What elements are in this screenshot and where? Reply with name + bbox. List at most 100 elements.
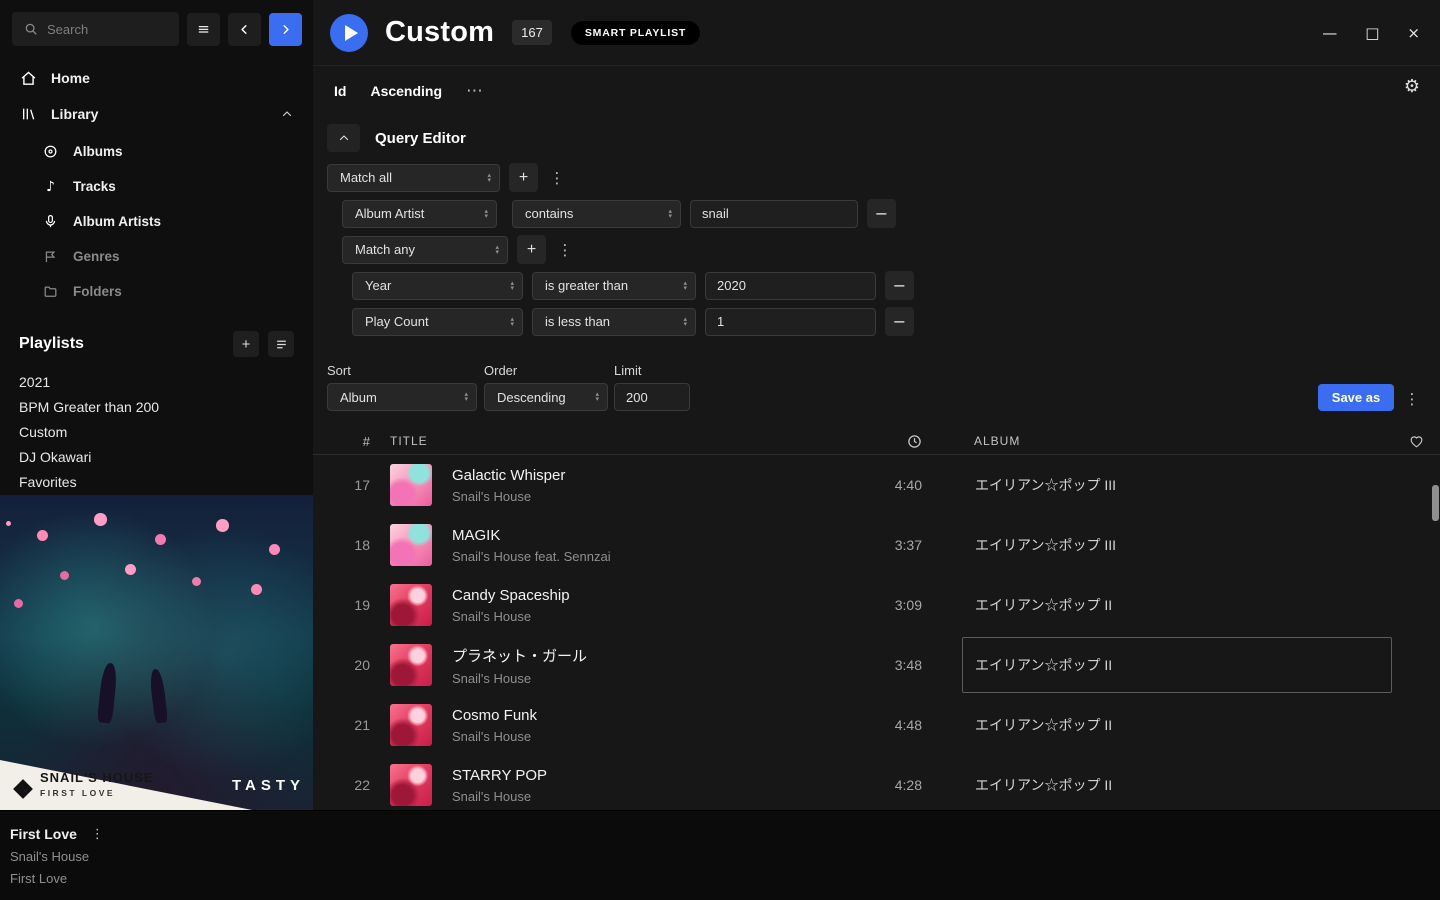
- rule-field-select[interactable]: Play Count ▴▾: [352, 308, 523, 336]
- sidebar-item-home[interactable]: Home: [0, 60, 313, 96]
- minimize-button[interactable]: —: [1322, 24, 1337, 42]
- search-input[interactable]: [47, 22, 169, 37]
- sidebar-item-folders[interactable]: Folders: [0, 274, 313, 309]
- playlist-options-button[interactable]: ⋮: [1402, 384, 1422, 413]
- track-title: MAGIK: [452, 527, 842, 544]
- sort-direction-button[interactable]: Ascending: [370, 83, 442, 99]
- match-type-select[interactable]: Match all ▴▾: [327, 164, 500, 192]
- add-rule-button[interactable]: +: [517, 235, 546, 264]
- remove-rule-button[interactable]: −: [885, 271, 914, 300]
- nav-forward-button[interactable]: [269, 13, 302, 46]
- track-duration: 4:40: [842, 477, 922, 493]
- close-button[interactable]: ×: [1407, 24, 1420, 42]
- column-favorite[interactable]: [1392, 434, 1440, 449]
- rule-value-input[interactable]: [705, 272, 876, 300]
- group-match-type-select[interactable]: Match any ▴▾: [342, 236, 508, 264]
- sidebar-item-library[interactable]: Library: [0, 96, 313, 132]
- column-number[interactable]: #: [313, 434, 370, 449]
- hamburger-icon: ≡: [197, 20, 210, 38]
- sidebar-item-label: Folders: [73, 284, 122, 299]
- limit-input[interactable]: [614, 383, 690, 411]
- search-box[interactable]: [12, 12, 179, 46]
- track-artist: Snail's House: [452, 671, 842, 686]
- column-title[interactable]: TITLE: [390, 434, 842, 448]
- order-select[interactable]: Descending ▴▾: [484, 383, 608, 411]
- more-options-icon[interactable]: ⋯: [466, 81, 483, 101]
- scrollbar-thumb[interactable]: [1432, 485, 1439, 521]
- track-album-column: エイリアン☆ポップ II: [962, 637, 1392, 693]
- track-artist: Snail's House feat. Sennzai: [452, 549, 842, 564]
- sidebar-item-genres[interactable]: Genres: [0, 239, 313, 274]
- playlist-item[interactable]: BPM Greater than 200: [0, 394, 313, 419]
- rule-group-menu-button[interactable]: ⋮: [555, 235, 575, 264]
- cover-artist: SNAIL'S HOUSE: [40, 770, 154, 785]
- save-as-button[interactable]: Save as: [1318, 384, 1394, 411]
- remove-rule-button[interactable]: −: [885, 307, 914, 336]
- track-album[interactable]: エイリアン☆ポップ II: [962, 697, 1392, 753]
- gear-icon[interactable]: ⚙: [1404, 76, 1420, 97]
- remove-rule-button[interactable]: −: [867, 199, 896, 228]
- rule-operator-select[interactable]: is less than ▴▾: [532, 308, 696, 336]
- playlist-item[interactable]: DJ Okawari: [0, 444, 313, 469]
- sort-select[interactable]: Album ▴▾: [327, 383, 477, 411]
- chevron-right-icon: [279, 23, 292, 36]
- maximize-button[interactable]: □: [1365, 24, 1379, 42]
- rule-field-select[interactable]: Year ▴▾: [352, 272, 523, 300]
- page-title: Custom: [385, 16, 494, 49]
- manage-playlists-button[interactable]: [268, 331, 294, 357]
- now-playing-artwork[interactable]: SNAIL'S HOUSE FIRST LOVE TASTY: [0, 495, 313, 810]
- rule-operator-select[interactable]: is greater than ▴▾: [532, 272, 696, 300]
- select-value: Album: [340, 390, 377, 405]
- track-row[interactable]: 20 プラネット・ガール Snail's House 3:48 エイリアン☆ポッ…: [313, 635, 1440, 695]
- track-number: 17: [313, 477, 370, 493]
- play-playlist-button[interactable]: [330, 14, 368, 52]
- track-album[interactable]: エイリアン☆ポップ II: [962, 577, 1392, 633]
- rule-value-input[interactable]: [690, 200, 858, 228]
- playlist-list: 2021 BPM Greater than 200 Custom DJ Okaw…: [0, 369, 313, 494]
- heart-icon: [1409, 434, 1424, 449]
- window-controls: — □ ×: [1322, 24, 1440, 42]
- track-album[interactable]: エイリアン☆ポップ III: [962, 457, 1392, 513]
- lantern-lights: [6, 521, 11, 526]
- add-rule-button[interactable]: +: [509, 163, 538, 192]
- track-album[interactable]: エイリアン☆ポップ II: [962, 637, 1392, 693]
- rule-value-input[interactable]: [705, 308, 876, 336]
- order-label: Order: [484, 363, 517, 378]
- rule-field-select[interactable]: Album Artist ▴▾: [342, 200, 497, 228]
- track-row[interactable]: 19 Candy Spaceship Snail's House 3:09 エイ…: [313, 575, 1440, 635]
- track-album[interactable]: エイリアン☆ポップ III: [962, 517, 1392, 573]
- track-row[interactable]: 22 STARRY POP Snail's House 4:28 エイリアン☆ポ…: [313, 755, 1440, 810]
- playlist-header: Custom 167 SMART PLAYLIST — □ ×: [313, 0, 1440, 66]
- add-playlist-button[interactable]: +: [233, 331, 259, 357]
- column-album[interactable]: ALBUM: [962, 434, 1392, 448]
- playlist-item[interactable]: Favorites: [0, 469, 313, 494]
- select-value: Match any: [355, 242, 415, 257]
- rule-group-menu-button[interactable]: ⋮: [547, 163, 567, 192]
- track-row[interactable]: 17 Galactic Whisper Snail's House 4:40 エ…: [313, 455, 1440, 515]
- track-album[interactable]: エイリアン☆ポップ II: [962, 757, 1392, 810]
- collapse-query-editor-button[interactable]: [327, 124, 360, 152]
- track-row[interactable]: 18 MAGIK Snail's House feat. Sennzai 3:3…: [313, 515, 1440, 575]
- track-artwork-thumbnail: [390, 524, 432, 566]
- playlist-item[interactable]: 2021: [0, 369, 313, 394]
- library-sublist: Albums ♪ Tracks Album Artists Genres: [0, 134, 313, 309]
- track-artwork-thumbnail: [390, 704, 432, 746]
- sidebar-item-albums[interactable]: Albums: [0, 134, 313, 169]
- sidebar-item-album-artists[interactable]: Album Artists: [0, 204, 313, 239]
- menu-button[interactable]: ≡: [187, 13, 220, 46]
- query-group-row: Match any ▴▾ + ⋮: [342, 235, 575, 264]
- select-updown-icon: ▴▾: [683, 281, 687, 291]
- playlist-item[interactable]: Custom: [0, 419, 313, 444]
- track-duration: 3:48: [842, 657, 922, 673]
- column-duration[interactable]: [842, 434, 922, 449]
- track-title: STARRY POP: [452, 767, 842, 784]
- sidebar-item-tracks[interactable]: ♪ Tracks: [0, 169, 313, 204]
- rule-operator-select[interactable]: contains ▴▾: [512, 200, 681, 228]
- track-row[interactable]: 21 Cosmo Funk Snail's House 4:48 エイリアン☆ポ…: [313, 695, 1440, 755]
- nav-back-button[interactable]: [228, 13, 261, 46]
- collapse-chevron-icon[interactable]: [281, 108, 293, 120]
- now-playing-menu-icon[interactable]: ⋮: [91, 827, 104, 842]
- track-title-block: STARRY POP Snail's House: [452, 767, 842, 804]
- list-icon: [275, 338, 288, 351]
- sort-field-button[interactable]: Id: [334, 83, 346, 99]
